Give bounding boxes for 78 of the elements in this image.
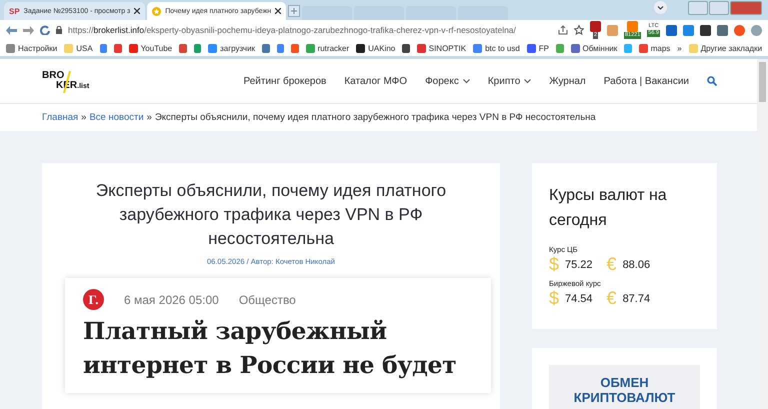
close-window-button[interactable] — [730, 1, 762, 15]
bookmark-favicon-icon — [208, 44, 218, 52]
more-bookmarks-button[interactable]: » — [677, 44, 682, 52]
nav-link[interactable]: Форекс — [425, 76, 470, 86]
folder-icon — [688, 44, 698, 52]
chevron-down-icon — [524, 78, 532, 84]
rates-title: Курсы валют на сегодня — [549, 186, 668, 231]
bookmark-favicon-icon — [526, 44, 536, 52]
breadcrumb-link[interactable]: Главная — [42, 112, 78, 123]
extension-icon[interactable] — [717, 24, 728, 36]
currency-symbol: € — [606, 288, 617, 309]
currency-symbol: $ — [549, 254, 560, 275]
bookmark-link[interactable]: Настройки — [6, 44, 58, 52]
bookmark-link[interactable]: SINOPTIK — [416, 44, 466, 52]
back-arrow-icon[interactable] — [6, 26, 17, 34]
forward-arrow-icon[interactable] — [23, 26, 34, 34]
bookmark-favicon-icon — [356, 44, 366, 52]
search-icon[interactable] — [707, 76, 717, 86]
bookmark-link[interactable]: YouTube — [128, 44, 172, 52]
nav-link[interactable]: Крипто — [488, 76, 532, 86]
breadcrumb-current: Эксперты объяснили, почему идея платного зарубежного трафика через VPN в РФ несостоятельна — [154, 112, 596, 123]
embed-date: 6 мая 2026 05:00 — [124, 292, 219, 306]
tab-favicon: SP — [9, 6, 20, 16]
nav-link[interactable]: Рейтинг брокеров — [244, 76, 326, 86]
bookmark-link[interactable]: Обмінник — [570, 44, 618, 52]
bookmark-favicon-icon — [64, 44, 74, 52]
extension-icon[interactable] — [700, 24, 711, 36]
bookmark-favicon-icon — [638, 44, 648, 52]
bookmark-favicon-icon — [128, 44, 138, 52]
shield-extension-icon[interactable] — [590, 21, 601, 32]
star-icon[interactable] — [574, 25, 584, 35]
rate-value: 74.54 — [565, 292, 593, 304]
star-favicon-icon — [152, 6, 162, 16]
reload-icon[interactable] — [40, 25, 50, 35]
bookmark-link[interactable]: rutracker — [306, 44, 350, 52]
rate-value: 75.22 — [565, 258, 593, 270]
maximize-button[interactable] — [709, 1, 729, 15]
bookmark-favicon-icon — [6, 44, 15, 52]
bookmark-favicon-icon — [416, 44, 426, 52]
new-tab-icon[interactable] — [288, 5, 300, 17]
close-icon[interactable] — [134, 8, 140, 14]
address-field[interactable]: https://brokerlist.info/eksperty-obyasnili-pochemu-ideya-platnogo-zarubezhnogo-trafika-cherez-vpn-v-rf-nesostoyatelna/ — [68, 25, 552, 35]
other-bookmarks-folder[interactable]: Другие закладки — [688, 44, 762, 52]
bookmark-icon[interactable] — [402, 44, 410, 52]
nav-link[interactable]: Журнал — [549, 76, 586, 86]
chevron-down-icon — [462, 78, 470, 84]
embed-headline: Платный зарубежный интернет в России не будет — [83, 316, 458, 381]
bookmark-link[interactable]: UAKino — [356, 44, 396, 52]
breadcrumb-separator: » — [146, 112, 152, 123]
close-icon[interactable] — [275, 8, 282, 14]
breadcrumb-link[interactable]: Все новости — [89, 112, 144, 123]
breadcrumb-separator: » — [81, 112, 86, 123]
extension-icon[interactable] — [666, 24, 677, 36]
embed-rubric: Общество — [238, 292, 296, 306]
bookmark-link[interactable]: загрузчик — [208, 44, 256, 52]
scrollbar-thumb[interactable] — [759, 62, 766, 102]
bookmark-favicon-icon — [570, 44, 580, 52]
scrollbar[interactable] — [757, 59, 768, 409]
bookmark-link[interactable]: USA — [64, 44, 93, 52]
minimize-button[interactable] — [688, 1, 708, 15]
bookmark-link[interactable]: btc to usd — [473, 44, 520, 52]
bookmark-favicon-icon — [306, 44, 315, 52]
currency-symbol: $ — [549, 288, 560, 309]
rate-value: 88.06 — [622, 258, 650, 270]
bookmark-favicon-icon — [473, 44, 482, 52]
publisher-logo: Г. — [83, 289, 104, 310]
profile-avatar-icon[interactable] — [734, 24, 745, 36]
article-title: Эксперты объяснили, почему идея платного зарубежного трафика через VPN в РФ несостоятельна — [94, 180, 448, 250]
bookmark-link[interactable]: FP — [526, 44, 550, 52]
currency-symbol: € — [606, 254, 617, 275]
nav-link[interactable]: Работа | Вакансии — [604, 76, 689, 86]
rate-value: 87.74 — [622, 292, 650, 304]
nav-link[interactable]: Каталог МФО — [344, 76, 408, 86]
share-icon[interactable] — [558, 25, 568, 35]
bookmark-link[interactable]: maps — [638, 44, 670, 52]
chevron-down-icon[interactable] — [654, 1, 667, 14]
lock-icon — [56, 26, 62, 34]
crypto-exchange-banner[interactable]: ОБМЕН КРИПТОВАЛЮТ — [549, 365, 700, 409]
